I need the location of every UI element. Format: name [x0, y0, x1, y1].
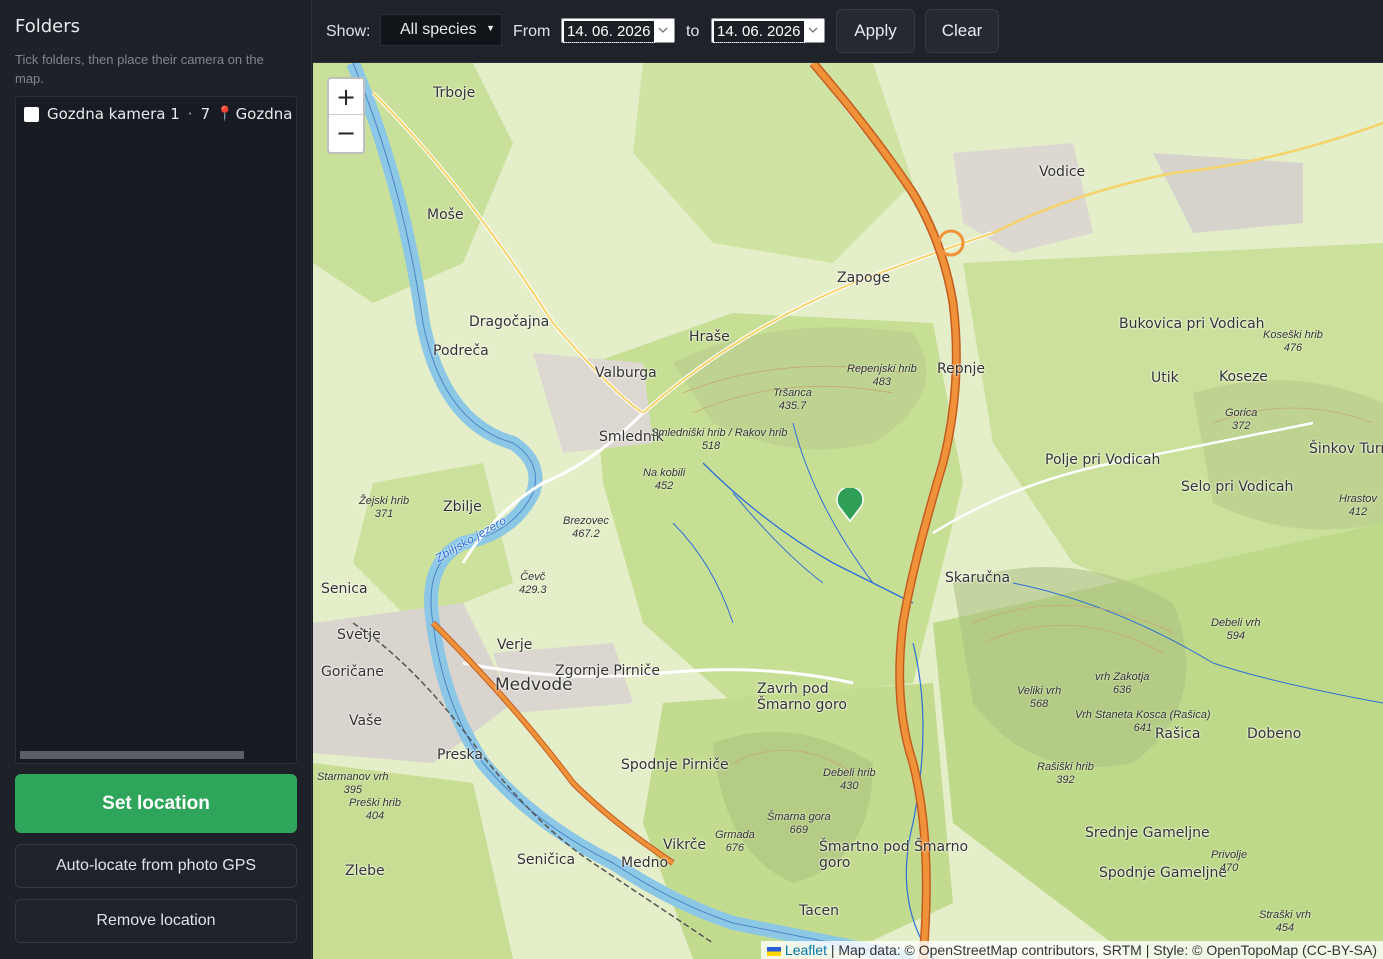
place-label: Trboje: [433, 85, 476, 101]
to-label: to: [686, 23, 700, 40]
place-label: Senica: [321, 581, 368, 597]
place-label: Zgornje Pirniče: [555, 663, 660, 679]
place-label: Hraše: [689, 329, 730, 345]
place-label: Vaše: [349, 713, 382, 729]
peak-label: Privolje 470: [1211, 849, 1248, 874]
auto-locate-button[interactable]: Auto-locate from photo GPS: [15, 844, 297, 888]
chevron-down-icon: ▼: [486, 23, 495, 33]
place-label: Svetje: [337, 627, 381, 643]
peak-label: Brezovec 467.2: [563, 515, 609, 540]
chevron-down-icon: [658, 27, 668, 33]
apply-button[interactable]: Apply: [836, 9, 915, 53]
folder-list[interactable]: Gozdna kamera 1 · 7 📍 Gozdna k: [15, 96, 297, 764]
folder-item[interactable]: Gozdna kamera 1 · 7 📍 Gozdna k: [24, 105, 296, 123]
set-location-button[interactable]: Set location: [15, 774, 297, 833]
species-select[interactable]: All species ▼: [380, 14, 502, 46]
place-label: Goričane: [321, 664, 384, 680]
place-label: Dragočajna: [469, 314, 550, 330]
place-label: Šmartno pod Šmarno goro: [819, 839, 969, 871]
from-label: From: [513, 23, 551, 40]
peak-label: Grmada 676: [715, 829, 755, 854]
species-select-value: All species: [400, 21, 477, 38]
app: Folders Tick folders, then place their c…: [0, 0, 1383, 959]
place-label: Spodnje Gameljne: [1099, 865, 1227, 881]
place-label: Vikrče: [663, 837, 707, 853]
place-label: Tacen: [799, 903, 839, 919]
peak-label: Rašiški hrib 392: [1037, 761, 1094, 786]
place-label: Preska: [437, 747, 483, 763]
show-label: Show:: [326, 23, 371, 40]
place-label: Spodnje Pirniče: [621, 757, 729, 773]
peak-label: Starmanov vrh 395: [317, 771, 389, 796]
peak-label: Preški hrib 404: [349, 797, 401, 822]
zoom-out-button[interactable]: −: [329, 115, 363, 151]
folder-name: Gozdna kamera 1: [47, 105, 180, 123]
peak-label: Veliki vrh 568: [1017, 685, 1062, 710]
peak-label: Gorica 372: [1225, 407, 1258, 432]
folder-checkbox[interactable]: [24, 106, 39, 122]
map-attribution: Leaflet | Map data: © OpenStreetMap cont…: [760, 941, 1383, 959]
peak-label: Šmarna gora 669: [767, 811, 831, 836]
separator-dot: ·: [187, 105, 193, 123]
leaflet-link[interactable]: Leaflet: [785, 942, 827, 958]
place-label: Utik: [1151, 370, 1179, 386]
clear-button[interactable]: Clear: [925, 9, 999, 53]
place-label: Zapoge: [837, 270, 891, 286]
folder-location-name: Gozdna k: [235, 105, 296, 123]
ukraine-flag-icon: [766, 946, 781, 956]
peak-label: vrh Zakotja 636: [1095, 671, 1150, 696]
place-label: Seničica: [517, 852, 576, 868]
place-label: Zavrh pod Šmarno goro: [757, 681, 847, 713]
from-date-value: 14. 06. 2026: [563, 20, 655, 43]
place-label: Dobeno: [1247, 726, 1302, 742]
place-label: Zbilje: [443, 499, 482, 515]
place-label: Moše: [427, 207, 464, 223]
peak-label: Na kobili 452: [643, 467, 686, 492]
map-view[interactable]: Trboje Moše Dragočajna Podreča Valburga …: [313, 63, 1383, 959]
place-label: Polje pri Vodicah: [1045, 452, 1161, 468]
sidebar: Folders Tick folders, then place their c…: [0, 0, 312, 959]
peak-label: Debeli vrh 594: [1211, 617, 1261, 642]
to-date-input[interactable]: 14. 06. 2026: [711, 18, 825, 43]
place-label: Bukovica pri Vodicah: [1119, 316, 1265, 332]
peak-label: Hrastov 412: [1339, 493, 1377, 518]
peak-label: Repenjski hrib 483: [847, 363, 917, 388]
remove-location-button[interactable]: Remove location: [15, 899, 297, 943]
place-label: Medno: [621, 855, 669, 871]
to-date-value: 14. 06. 2026: [713, 20, 805, 43]
attribution-text: | Map data: © OpenStreetMap contributors…: [826, 942, 1377, 958]
place-label: Valburga: [595, 365, 657, 381]
place-label: Šinkov Turn: [1309, 441, 1383, 457]
peak-label: Tršanca 435.7: [773, 387, 812, 412]
peak-label: Debeli hrib 430: [823, 767, 876, 792]
location-pin-icon: 📍: [216, 106, 234, 122]
sidebar-title: Folders: [15, 16, 81, 37]
zoom-control: + −: [327, 77, 365, 154]
folder-photo-count: 7: [200, 105, 211, 123]
place-label: Selo pri Vodicah: [1181, 479, 1294, 495]
place-label: Skaručna: [945, 570, 1011, 586]
place-label: Koseze: [1219, 369, 1268, 385]
place-label: Srednje Gameljne: [1085, 825, 1210, 841]
peak-label: Straški vrh 454: [1259, 909, 1311, 934]
peak-label: Vrh Staneta Kosca (Rašica) 641: [1075, 709, 1211, 734]
from-date-input[interactable]: 14. 06. 2026: [561, 18, 675, 43]
place-label: Vodice: [1039, 164, 1086, 180]
zoom-in-button[interactable]: +: [329, 79, 363, 115]
camera-location-marker-icon[interactable]: [836, 488, 864, 522]
place-label: Zlebe: [345, 863, 385, 879]
filter-toolbar: Show: All species ▼ From 14. 06. 2026 to…: [312, 0, 1383, 63]
peak-label: Koseški hrib 476: [1263, 329, 1323, 354]
place-label: Verje: [497, 637, 533, 653]
peak-label: Smledniški hrib / Rakov hrib 518: [651, 427, 788, 452]
place-label: Repnje: [937, 361, 985, 377]
sidebar-hint: Tick folders, then place their camera on…: [15, 52, 264, 86]
peak-label: Žejski hrib 371: [359, 495, 410, 520]
horizontal-scrollbar[interactable]: [20, 751, 244, 759]
chevron-down-icon: [808, 27, 818, 33]
peak-label: Čevč 429.3: [519, 571, 547, 596]
place-label: Podreča: [433, 343, 489, 359]
